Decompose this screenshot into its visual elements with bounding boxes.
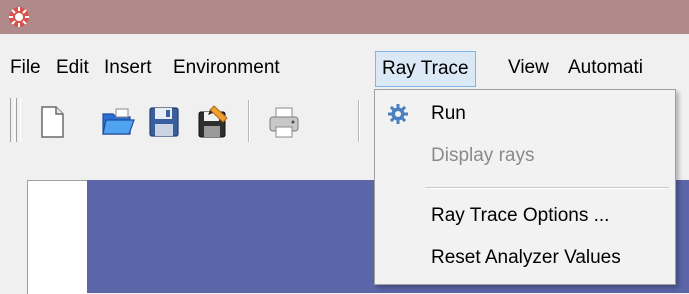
app-logo-icon [9,7,29,27]
new-file-icon[interactable] [34,104,70,140]
toolbar-separator [358,100,360,142]
menu-edit[interactable]: Edit [50,52,95,84]
tree-panel[interactable] [27,180,88,294]
gear-icon [388,104,408,124]
menu-item-label: Display rays [431,145,535,166]
menu-item-reset-analyzer-values[interactable]: Reset Analyzer Values [375,238,675,278]
menu-ray-trace[interactable]: Ray Trace [375,51,476,87]
menu-item-run[interactable]: Run [375,94,675,134]
menu-item-label: Run [431,103,466,124]
menu-environment[interactable]: Environment [167,52,286,84]
menu-file[interactable]: File [4,52,47,84]
menu-insert[interactable]: Insert [98,52,158,84]
menu-view[interactable]: View [502,52,555,84]
toolbar-separator [248,100,250,142]
menu-item-ray-trace-options[interactable]: Ray Trace Options ... [375,196,675,236]
toolbar-grip[interactable] [10,98,15,142]
ray-trace-dropdown-menu: Run Display rays Ray Trace Options ... R… [374,89,676,285]
title-bar [0,0,689,34]
menu-separator [425,187,669,189]
save-as-icon[interactable] [194,104,230,140]
menu-item-display-rays: Display rays [375,136,675,176]
menu-bar: File Edit Insert Environment Ray Trace V… [0,48,689,88]
menu-item-label: Ray Trace Options ... [431,205,610,226]
open-folder-icon[interactable] [100,104,136,140]
save-icon[interactable] [146,104,182,140]
toolbar-grip[interactable] [16,98,21,142]
menu-item-label: Reset Analyzer Values [431,247,621,268]
menu-automation[interactable]: Automati [562,52,649,84]
print-icon[interactable] [266,104,302,140]
